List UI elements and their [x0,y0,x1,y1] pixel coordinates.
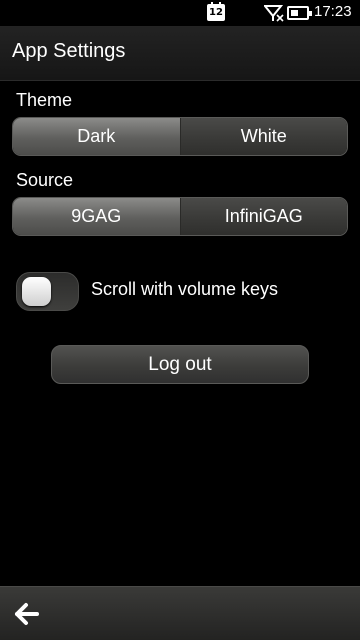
no-network-icon [264,5,284,22]
theme-selector: Dark White [12,117,348,156]
scroll-volume-label: Scroll with volume keys [91,279,279,299]
battery-icon [287,6,312,20]
calendar-icon: 12 [207,2,225,21]
source-option-infinigag[interactable]: InfiniGAG [179,198,347,235]
logout-button[interactable]: Log out [51,345,309,384]
bottom-toolbar [0,586,360,640]
back-arrow-icon[interactable] [12,599,42,629]
status-time: 17:23 [314,3,352,20]
status-bar: 12 17:23 [0,0,360,26]
theme-label: Theme [16,90,73,110]
header: App Settings [0,26,360,81]
source-selector: 9GAG InfiniGAG [12,197,348,236]
source-label: Source [16,170,74,190]
toggle-knob[interactable] [22,277,51,306]
source-option-9gag[interactable]: 9GAG [13,198,180,235]
theme-option-white[interactable]: White [179,118,347,155]
theme-option-dark[interactable]: Dark [13,118,180,155]
calendar-day: 12 [209,7,223,18]
page-title: App Settings [12,40,126,62]
scroll-volume-toggle[interactable] [16,272,79,311]
